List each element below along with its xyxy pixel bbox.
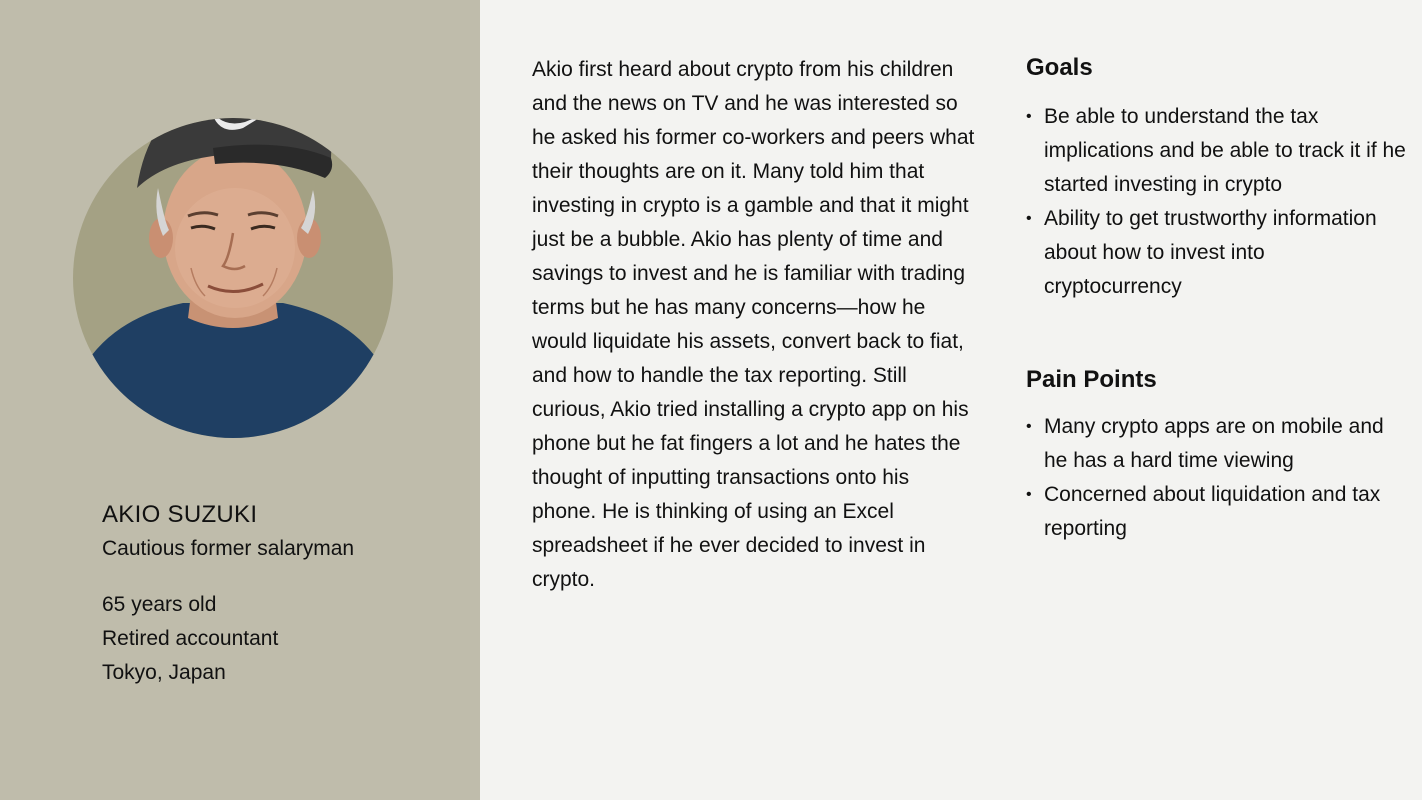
profile-panel: AKIO SUZUKI Cautious former salaryman 65… (0, 0, 480, 800)
list-item: • Be able to understand the tax implicati… (1026, 100, 1406, 202)
persona-story: Akio first heard about crypto from his c… (532, 58, 975, 591)
person-portrait-icon (73, 118, 393, 438)
persona-location: Tokyo, Japan (102, 661, 226, 684)
list-item: • Concerned about liquidation and tax rep… (1026, 478, 1406, 546)
bullet-icon: • (1026, 108, 1032, 125)
persona-tagline: Cautious former salaryman (102, 537, 355, 560)
persona-name: AKIO SUZUKI (102, 501, 258, 528)
list-item: • Many crypto apps are on mobile and he h… (1026, 410, 1406, 478)
persona-age: 65 years old (102, 593, 217, 616)
pain-points-section: Pain Points • Many crypto apps are on mob… (1026, 362, 1406, 546)
persona-occupation: Retired accountant (102, 627, 279, 650)
goal-text: Be able to understand the tax implicatio… (1044, 105, 1406, 196)
goals-title: Goals (1026, 54, 1093, 81)
persona-profile: AKIO SUZUKI Cautious former salaryman 65… (102, 498, 462, 690)
goals-list: • Be able to understand the tax implicati… (1026, 100, 1406, 304)
persona-photo (73, 118, 393, 438)
pain-point-text: Concerned about liquidation and tax repo… (1044, 483, 1381, 540)
bullet-icon: • (1026, 210, 1032, 227)
pain-points-title: Pain Points (1026, 366, 1157, 393)
goals-section: Goals • Be able to understand the tax imp… (1026, 50, 1406, 304)
list-item: • Ability to get trustworthy information … (1026, 202, 1406, 304)
bullet-icon: • (1026, 486, 1032, 503)
bullet-icon: • (1026, 418, 1032, 435)
goal-text: Ability to get trustworthy information a… (1044, 207, 1377, 298)
pain-points-list: • Many crypto apps are on mobile and he h… (1026, 410, 1406, 546)
pain-point-text: Many crypto apps are on mobile and he ha… (1044, 415, 1384, 472)
